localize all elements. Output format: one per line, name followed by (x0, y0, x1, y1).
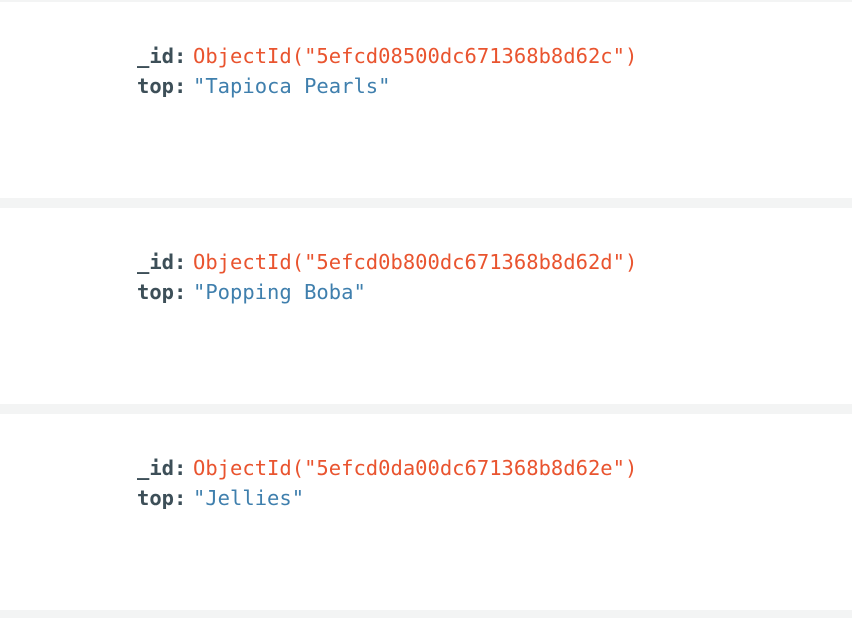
field-key-id: _id: (137, 456, 187, 480)
document-list: _id: ObjectId("5efcd08500dc671368b8d62c"… (0, 0, 852, 618)
field-top: top: "Tapioca Pearls" (137, 73, 390, 99)
field-key-top: top: (137, 486, 187, 510)
field-top: top: "Jellies" (137, 485, 304, 511)
field-top: top: "Popping Boba" (137, 279, 366, 305)
field-id: _id: ObjectId("5efcd0b800dc671368b8d62d"… (137, 249, 637, 275)
document-card[interactable]: _id: ObjectId("5efcd08500dc671368b8d62c"… (0, 2, 852, 198)
field-id: _id: ObjectId("5efcd0da00dc671368b8d62e"… (137, 455, 637, 481)
field-value-objectid: ObjectId("5efcd0b800dc671368b8d62d") (193, 250, 638, 274)
document-card[interactable]: _id: ObjectId("5efcd0b800dc671368b8d62d"… (0, 208, 852, 404)
field-value-string: "Tapioca Pearls" (193, 74, 391, 98)
field-id: _id: ObjectId("5efcd08500dc671368b8d62c"… (137, 43, 637, 69)
field-value-objectid: ObjectId("5efcd08500dc671368b8d62c") (193, 44, 638, 68)
field-value-string: "Popping Boba" (193, 280, 366, 304)
field-key-top: top: (137, 280, 187, 304)
document-card[interactable]: _id: ObjectId("5efcd0da00dc671368b8d62e"… (0, 414, 852, 610)
field-key-id: _id: (137, 250, 187, 274)
field-value-string: "Jellies" (193, 486, 305, 510)
field-key-top: top: (137, 74, 187, 98)
field-key-id: _id: (137, 44, 187, 68)
field-value-objectid: ObjectId("5efcd0da00dc671368b8d62e") (193, 456, 638, 480)
